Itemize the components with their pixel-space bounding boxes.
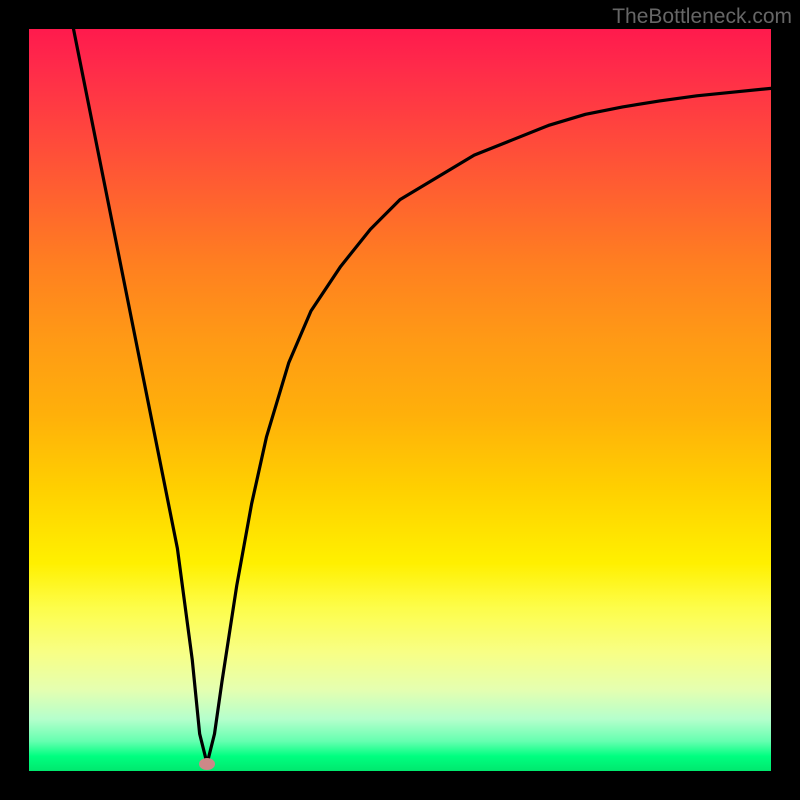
curve-svg [29,29,771,771]
chart-container: TheBottleneck.com [0,0,800,800]
bottleneck-curve-line [74,29,771,764]
watermark-text: TheBottleneck.com [612,5,792,29]
minimum-point-marker [199,758,215,770]
